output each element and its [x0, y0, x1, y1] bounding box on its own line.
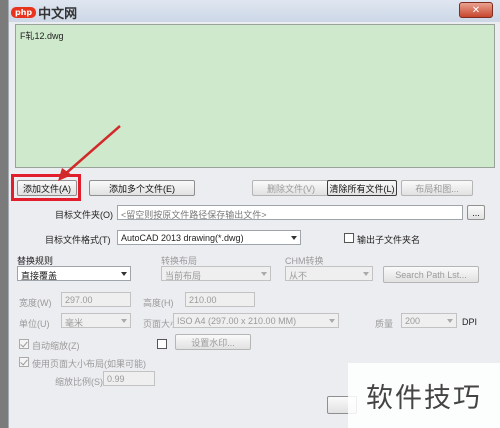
arrow-shaft — [63, 125, 121, 176]
bottom-watermark: 软件技巧 — [348, 363, 500, 428]
